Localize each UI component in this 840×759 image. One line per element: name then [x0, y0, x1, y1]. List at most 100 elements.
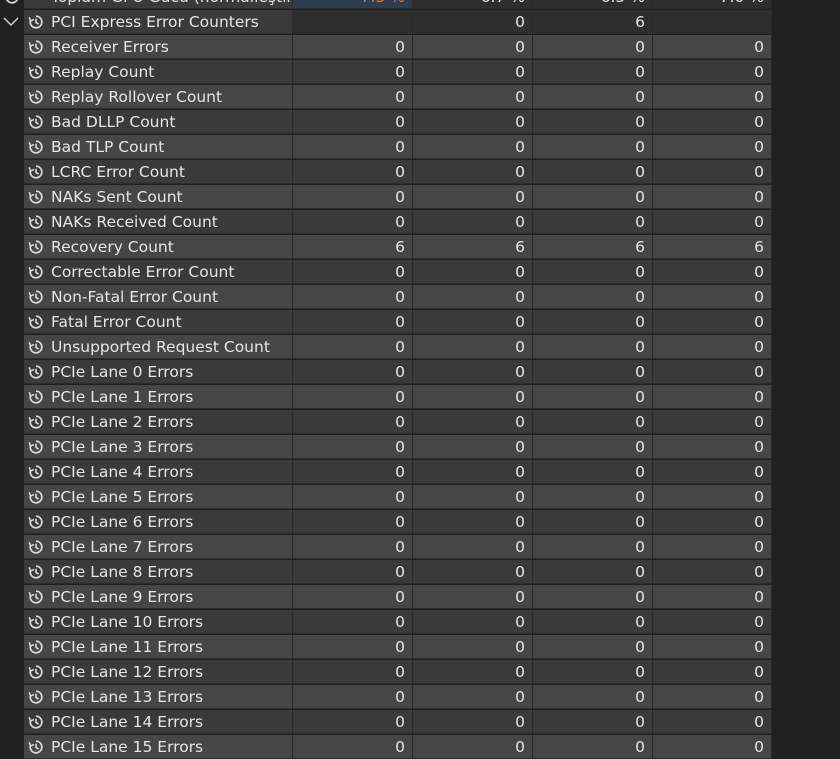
value-average: 7.0 %: [653, 0, 772, 9]
row-label: PCIe Lane 11 Errors: [24, 635, 293, 659]
value-current: 0: [293, 85, 413, 109]
table-row[interactable]: PCIe Lane 3 Errors 0 0 0 0: [0, 435, 772, 459]
table-row[interactable]: Bad DLLP Count 0 0 0 0: [0, 110, 772, 134]
sensor-table: Toplam GPU Gücü (normalleştirilm... 7.3 …: [0, 0, 840, 759]
value-min: 6.7 %: [413, 0, 533, 9]
value-min: 0: [413, 410, 533, 434]
value-max: 0: [533, 610, 653, 634]
row-label: PCIe Lane 5 Errors: [24, 485, 293, 509]
value-min: 0: [413, 685, 533, 709]
value-average: 0: [653, 110, 772, 134]
table-row[interactable]: PCIe Lane 14 Errors 0 0 0 0: [0, 710, 772, 734]
row-label: PCIe Lane 1 Errors: [24, 385, 293, 409]
value-max: 0: [533, 485, 653, 509]
value-min: 0: [413, 560, 533, 584]
value-min: 0: [413, 485, 533, 509]
table-group-pci-express-error-counters[interactable]: PCI Express Error Counters 0 6: [0, 10, 772, 34]
clock-history-icon: [28, 390, 43, 404]
value-average: 0: [653, 285, 772, 309]
value-average: 0: [653, 185, 772, 209]
table-row[interactable]: Recovery Count 6 6 6 6: [0, 235, 772, 259]
table-row[interactable]: PCIe Lane 8 Errors 0 0 0 0: [0, 560, 772, 584]
table-row[interactable]: Receiver Errors 0 0 0 0: [0, 35, 772, 59]
table-row[interactable]: PCIe Lane 9 Errors 0 0 0 0: [0, 585, 772, 609]
value-min: 0: [413, 35, 533, 59]
row-label: PCIe Lane 9 Errors: [24, 585, 293, 609]
table-row[interactable]: NAKs Sent Count 0 0 0 0: [0, 185, 772, 209]
value-current: 0: [293, 560, 413, 584]
clock-history-icon: [28, 440, 43, 454]
table-row[interactable]: Unsupported Request Count 0 0 0 0: [0, 335, 772, 359]
value-average: 0: [653, 35, 772, 59]
table-row[interactable]: PCIe Lane 0 Errors 0 0 0 0: [0, 360, 772, 384]
table-row[interactable]: Non-Fatal Error Count 0 0 0 0: [0, 285, 772, 309]
value-max: 0: [533, 210, 653, 234]
table-row[interactable]: PCIe Lane 15 Errors 0 0 0 0: [0, 735, 772, 759]
value-max: 0: [533, 110, 653, 134]
clock-history-icon: [28, 640, 43, 654]
table-row[interactable]: PCIe Lane 11 Errors 0 0 0 0: [0, 635, 772, 659]
value-max: 0: [533, 735, 653, 759]
value-average: 0: [653, 85, 772, 109]
table-row[interactable]: PCIe Lane 1 Errors 0 0 0 0: [0, 385, 772, 409]
row-label: Replay Rollover Count: [24, 85, 293, 109]
clock-history-icon: [28, 565, 43, 579]
value-max: 6: [533, 10, 653, 34]
value-average: 0: [653, 660, 772, 684]
value-current: 0: [293, 510, 413, 534]
table-row[interactable]: LCRC Error Count 0 0 0 0: [0, 160, 772, 184]
value-max: 0: [533, 410, 653, 434]
value-current: 0: [293, 135, 413, 159]
value-current: 0: [293, 335, 413, 359]
table-row[interactable]: Bad TLP Count 0 0 0 0: [0, 135, 772, 159]
table-row[interactable]: NAKs Received Count 0 0 0 0: [0, 210, 772, 234]
table-row[interactable]: PCIe Lane 7 Errors 0 0 0 0: [0, 535, 772, 559]
value-average: 0: [653, 560, 772, 584]
table-row[interactable]: PCIe Lane 6 Errors 0 0 0 0: [0, 510, 772, 534]
value-average: 0: [653, 535, 772, 559]
group-label: PCI Express Error Counters: [24, 10, 293, 34]
value-min: 0: [413, 185, 533, 209]
value-max: 0: [533, 60, 653, 84]
clock-history-icon: [28, 340, 43, 354]
table-row[interactable]: Correctable Error Count 0 0 0 0: [0, 260, 772, 284]
table-row[interactable]: PCIe Lane 13 Errors 0 0 0 0: [0, 685, 772, 709]
value-min: 0: [413, 385, 533, 409]
value-current: 0: [293, 435, 413, 459]
value-max: 0: [533, 260, 653, 284]
value-max: 0: [533, 360, 653, 384]
chevron-down-icon[interactable]: [3, 16, 19, 28]
table-row[interactable]: Replay Rollover Count 0 0 0 0: [0, 85, 772, 109]
value-max: 0: [533, 660, 653, 684]
value-average: 0: [653, 410, 772, 434]
clock-history-icon: [6, 0, 18, 4]
value-current: 0: [293, 610, 413, 634]
value-current: 0: [293, 635, 413, 659]
table-row[interactable]: PCIe Lane 10 Errors 0 0 0 0: [0, 610, 772, 634]
value-average: 0: [653, 435, 772, 459]
value-max: 0: [533, 560, 653, 584]
clock-history-icon: [28, 465, 43, 479]
value-current: 6: [293, 235, 413, 259]
table-row[interactable]: Replay Count 0 0 0 0: [0, 60, 772, 84]
table-row[interactable]: PCIe Lane 5 Errors 0 0 0 0: [0, 485, 772, 509]
value-average: 0: [653, 510, 772, 534]
value-min: 0: [413, 85, 533, 109]
clock-history-icon: [28, 590, 43, 604]
value-min: 0: [413, 285, 533, 309]
value-min: 0: [413, 635, 533, 659]
table-row-total-gpu-power[interactable]: Toplam GPU Gücü (normalleştirilm... 7.3 …: [0, 0, 772, 9]
value-average: 0: [653, 135, 772, 159]
value-average: 0: [653, 360, 772, 384]
table-row[interactable]: PCIe Lane 2 Errors 0 0 0 0: [0, 410, 772, 434]
value-current: 7.3 %: [293, 0, 413, 9]
value-max: 0: [533, 510, 653, 534]
value-average: 0: [653, 260, 772, 284]
table-row[interactable]: Fatal Error Count 0 0 0 0: [0, 310, 772, 334]
table-row[interactable]: PCIe Lane 12 Errors 0 0 0 0: [0, 660, 772, 684]
clock-history-icon: [28, 90, 43, 104]
clock-history-icon: [28, 315, 43, 329]
table-row[interactable]: PCIe Lane 4 Errors 0 0 0 0: [0, 460, 772, 484]
value-max: 0: [533, 435, 653, 459]
value-current: 0: [293, 660, 413, 684]
